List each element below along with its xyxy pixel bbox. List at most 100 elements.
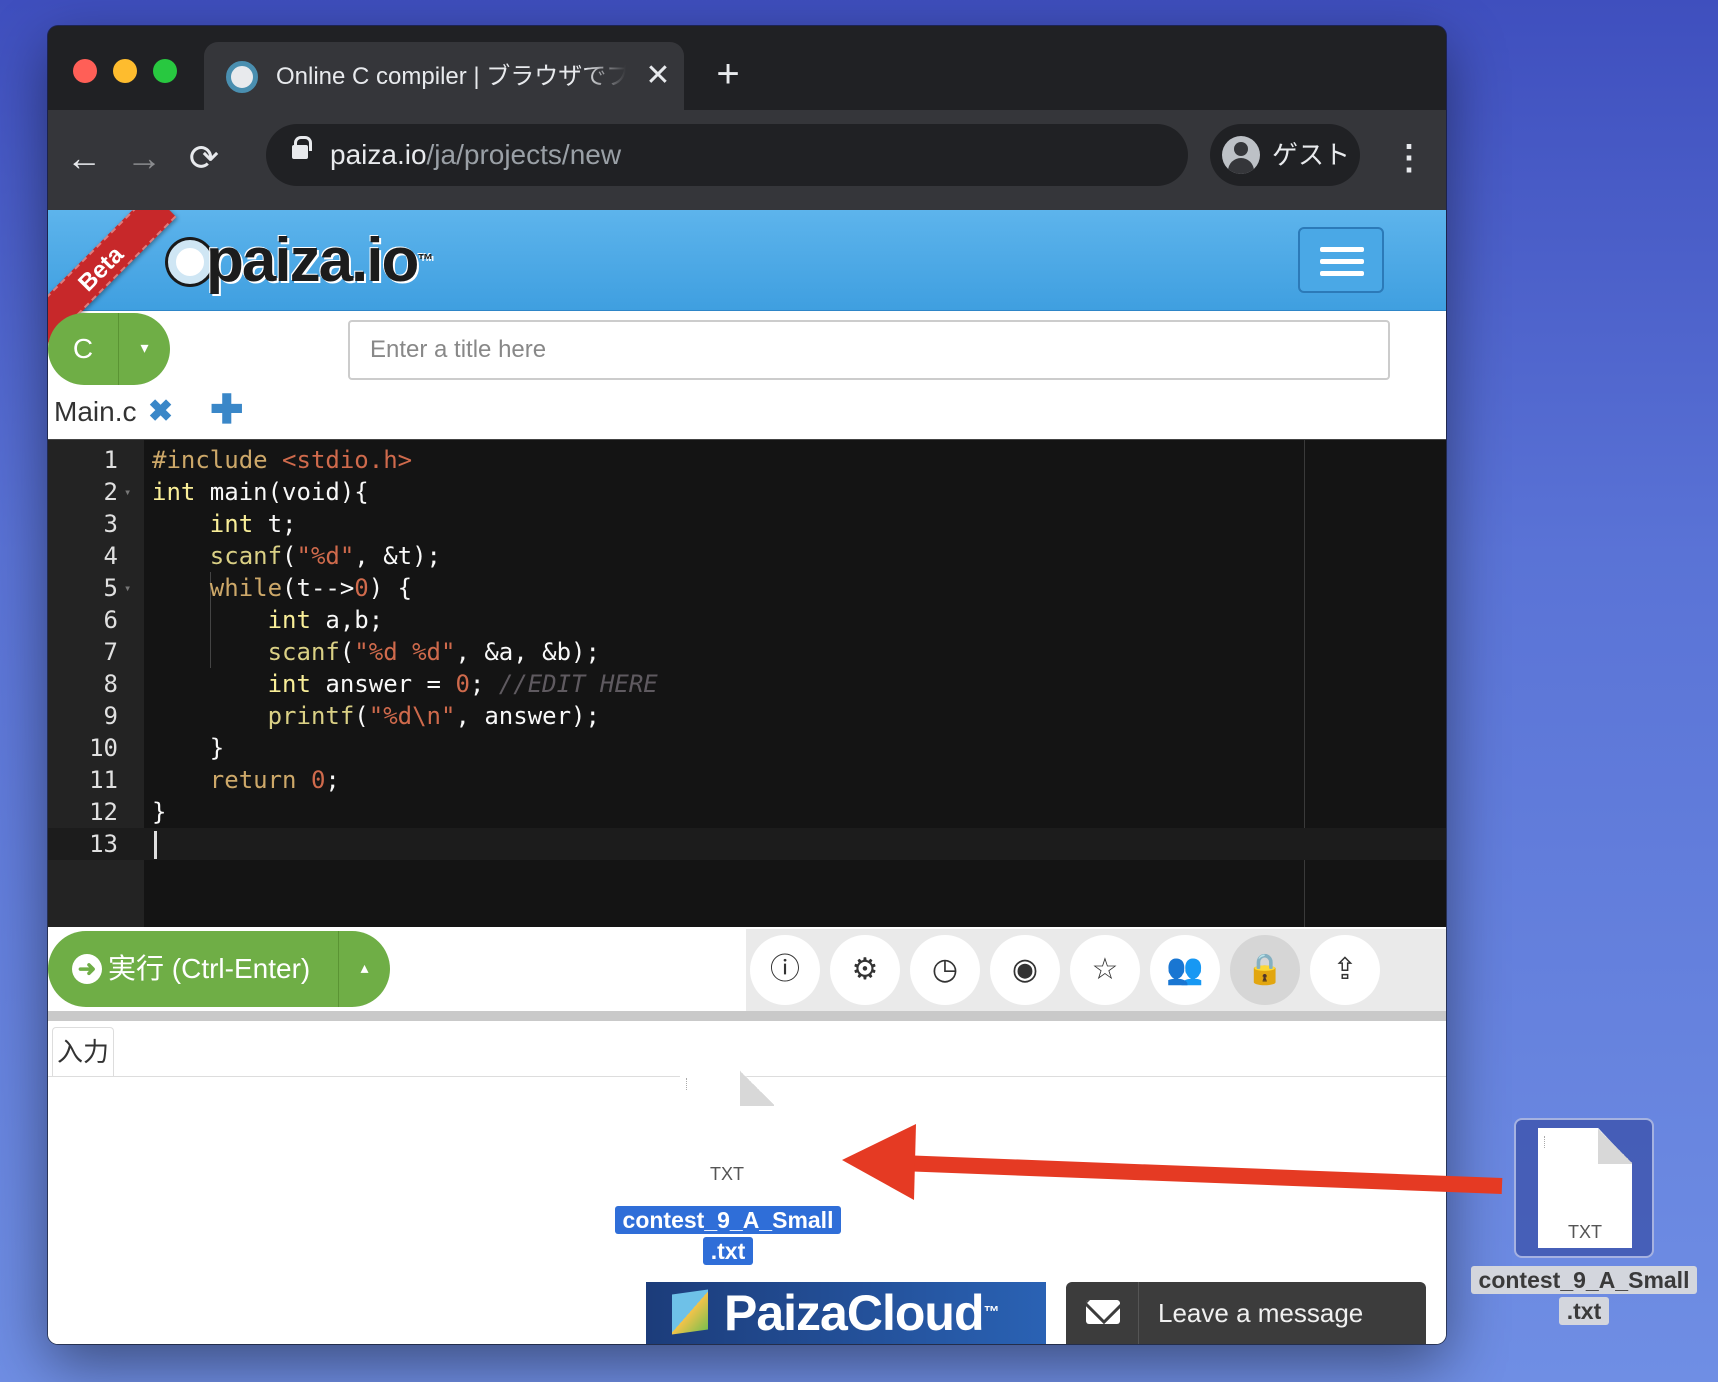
guest-avatar-icon (1222, 136, 1260, 174)
forward-arrow-icon[interactable]: → (122, 136, 166, 180)
code-token: <stdio.h> (282, 446, 413, 474)
code-line[interactable]: 2 ▾ int main(void){ (48, 476, 1446, 508)
code-text: } (152, 796, 166, 828)
fold-toggle-icon[interactable]: ▾ (124, 572, 131, 604)
file-close-icon[interactable]: ✖ (148, 394, 176, 430)
file-name-line1: contest_9_A_Small (1470, 1266, 1698, 1294)
code-line[interactable]: 9 printf("%d\n", answer); (48, 700, 1446, 732)
code-line[interactable]: 1 #include <stdio.h> (48, 444, 1446, 476)
language-button[interactable]: C (48, 313, 118, 385)
browser-tab-active[interactable]: Online C compiler | ブラウザでプログラミング ✕ (204, 42, 684, 110)
hamburger-line (1320, 271, 1364, 276)
history-clock-icon[interactable]: ◷ (910, 935, 980, 1005)
window-zoom-button[interactable] (153, 59, 177, 83)
line-number: 2 (103, 478, 118, 506)
dragged-file-name[interactable]: contest_9_A_Small .txt (608, 1205, 848, 1267)
paizacloud-cube-icon (672, 1289, 708, 1335)
panel-resize-divider[interactable] (48, 1011, 1446, 1021)
language-dropdown-caret-icon[interactable]: ▾ (118, 313, 170, 385)
hamburger-menu-button[interactable] (1298, 227, 1384, 293)
project-title-input[interactable] (348, 320, 1390, 380)
run-options-caret-icon[interactable]: ▴ (338, 931, 390, 1007)
code-token: 0 (455, 670, 470, 698)
line-number: 9 (103, 702, 118, 730)
file-name-line2: .txt (702, 1237, 754, 1265)
code-token: main(void){ (195, 478, 369, 506)
code-token: scanf (267, 638, 340, 666)
run-label: 実行 (Ctrl-Enter) (108, 953, 311, 984)
url-text: paiza.io/ja/projects/new (330, 137, 621, 173)
code-token: t; (253, 510, 297, 538)
hamburger-line (1320, 247, 1364, 252)
line-number: 12 (89, 798, 118, 826)
file-tab-main-c[interactable]: Main.c (54, 394, 136, 430)
tab-input[interactable]: 入力 (52, 1027, 114, 1077)
favorite-star-icon[interactable]: ☆ (1070, 935, 1140, 1005)
back-arrow-icon[interactable]: ← (62, 136, 106, 180)
editor-lines[interactable]: 1 #include <stdio.h> 2 ▾ int main(void){3 in… (48, 444, 1446, 860)
hamburger-line (1320, 259, 1364, 264)
run-bar: ➜ 実行 (Ctrl-Enter) ▴ ⓘ ⚙ ◷ ◉ ☆ 👥 🔒 ⇪ (48, 927, 1446, 1011)
tab-close-icon[interactable]: ✕ (642, 56, 674, 96)
site-logo[interactable]: paiza.io™ (206, 226, 433, 296)
address-bar[interactable]: paiza.io/ja/projects/new (266, 124, 1188, 186)
new-tab-button[interactable]: + (710, 54, 746, 94)
code-line[interactable]: 10 } (48, 732, 1446, 764)
lock-icon[interactable] (292, 136, 312, 159)
language-selector[interactable]: C ▾ (48, 313, 170, 385)
code-token: ; (325, 766, 340, 794)
source-file-name[interactable]: contest_9_A_Small .txt (1466, 1265, 1702, 1327)
code-line[interactable]: 11 return 0; (48, 764, 1446, 796)
code-token: , answer); (455, 702, 600, 730)
reload-icon[interactable]: ⟳ (182, 136, 226, 180)
dragged-txt-file-icon[interactable]: TXT (680, 1070, 774, 1190)
run-button[interactable]: ➜ 実行 (Ctrl-Enter) (48, 931, 338, 1007)
code-line[interactable]: 13 (48, 828, 1446, 860)
line-number: 5 (103, 574, 118, 602)
code-token: int (267, 670, 311, 698)
code-line[interactable]: 8 int answer = 0; //EDIT HERE (48, 668, 1446, 700)
code-line[interactable]: 4 scanf("%d", &t); (48, 540, 1446, 572)
file-preview-dots (1544, 1136, 1550, 1148)
paizacloud-banner[interactable]: PaizaCloud™ (646, 1282, 1046, 1344)
logo-text: paiza.io (206, 226, 419, 295)
code-token: #include (152, 446, 283, 474)
paizacloud-banner-text: PaizaCloud™ (724, 1284, 999, 1342)
code-line[interactable]: 5 ▾ while(t-->0) { (48, 572, 1446, 604)
fold-toggle-icon[interactable]: ▾ (124, 476, 131, 508)
code-line[interactable]: 3 int t; (48, 508, 1446, 540)
code-text (152, 828, 157, 860)
private-lock-icon[interactable]: 🔒 (1230, 935, 1300, 1005)
line-number: 6 (103, 606, 118, 634)
add-file-plus-icon[interactable]: ✚ (210, 390, 244, 430)
code-text: int answer = 0; //EDIT HERE (152, 668, 658, 700)
code-token: } (152, 734, 225, 762)
settings-gear-icon[interactable]: ⚙ (830, 935, 900, 1005)
file-preview-dots (686, 1078, 692, 1090)
code-token: //EDIT HERE (498, 670, 658, 698)
url-host: paiza.io (330, 139, 427, 170)
profile-label: ゲスト (1272, 140, 1351, 170)
source-txt-file-icon[interactable]: TXT (1538, 1128, 1632, 1248)
github-icon[interactable]: ◉ (990, 935, 1060, 1005)
window-close-button[interactable] (73, 59, 97, 83)
share-icon[interactable]: ⇪ (1310, 935, 1380, 1005)
code-line[interactable]: 7 scanf("%d %d", &a, &b); (48, 636, 1446, 668)
leave-message-widget[interactable]: Leave a message (1066, 1282, 1426, 1344)
line-number: 4 (103, 542, 118, 570)
window-minimize-button[interactable] (113, 59, 137, 83)
code-editor[interactable]: 1 #include <stdio.h> 2 ▾ int main(void){3 in… (48, 439, 1446, 927)
profile-button[interactable]: ゲスト (1210, 124, 1360, 186)
collaborators-users-icon[interactable]: 👥 (1150, 935, 1220, 1005)
code-token: ; (469, 670, 499, 698)
code-line[interactable]: 6 int a,b; (48, 604, 1446, 636)
info-icon[interactable]: ⓘ (750, 935, 820, 1005)
browser-menu-icon[interactable]: ⋮ (1392, 136, 1426, 180)
code-line[interactable]: 12} (48, 796, 1446, 828)
file-name-line2: .txt (1558, 1297, 1610, 1325)
